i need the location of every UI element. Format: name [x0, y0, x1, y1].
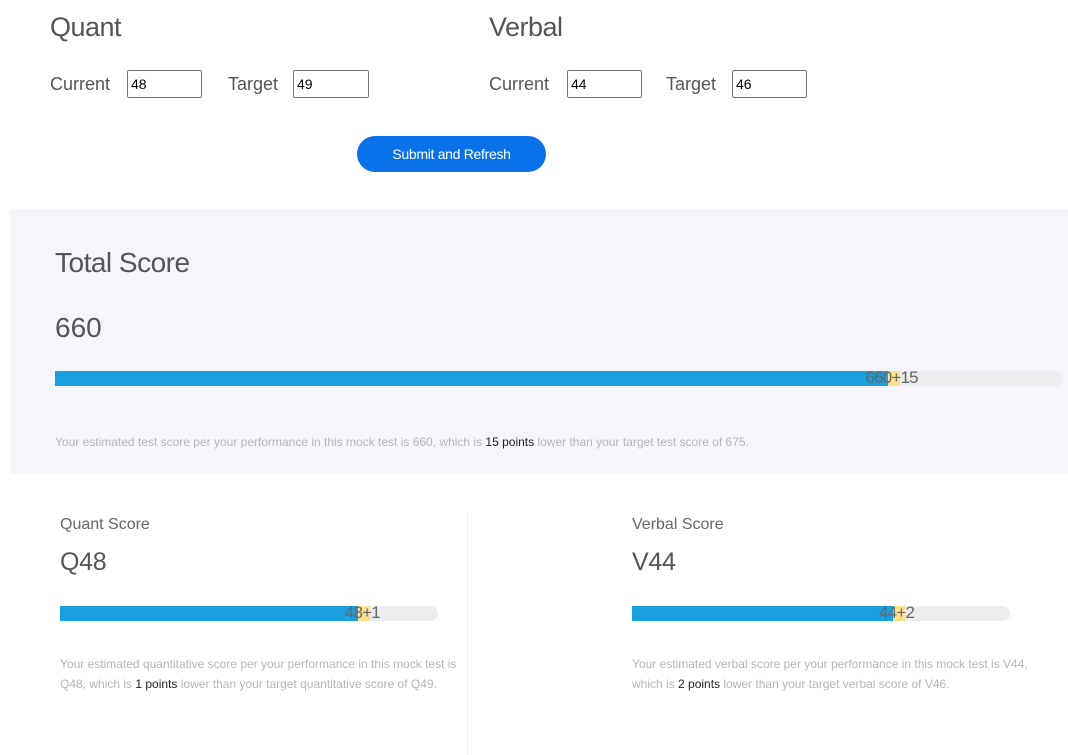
quant-summary-post: lower than your target quantitative scor…: [177, 677, 437, 691]
total-score-summary: Your estimated test score per your perfo…: [55, 432, 1055, 452]
verbal-score-bar-label: 44+2: [879, 603, 915, 623]
quant-score-fill: [60, 606, 363, 621]
total-score-value: 660: [55, 312, 102, 343]
quant-target-input[interactable]: [293, 70, 369, 98]
total-score-heading: Total Score: [55, 247, 190, 278]
verbal-current-input[interactable]: [567, 70, 642, 98]
total-summary-pre: Your estimated test score per your perfo…: [55, 435, 486, 449]
total-summary-post: lower than your target test score of 675…: [534, 435, 749, 449]
total-bar-gap: +15: [891, 368, 918, 387]
verbal-current-label: Current: [489, 74, 550, 94]
verbal-target-input[interactable]: [732, 70, 807, 98]
quant-current-label: Current: [50, 74, 111, 94]
quant-summary-highlight: 1 points: [135, 677, 178, 691]
quant-score-bar-label: 48+1: [344, 603, 381, 623]
quant-score-heading: Quant Score: [60, 516, 150, 533]
quant-score-summary: Your estimated quantitative score per yo…: [60, 654, 460, 694]
verbal-score-fill: [632, 606, 897, 621]
verbal-bar-current: 44: [879, 603, 897, 622]
total-score-bar-label: 660+15: [865, 368, 918, 388]
quant-bar-gap: +1: [362, 603, 381, 622]
verbal-score-heading: Verbal Score: [632, 516, 724, 533]
quant-title: Quant: [50, 12, 122, 42]
verbal-title: Verbal: [489, 12, 563, 42]
quant-score-bar: 48+1: [60, 603, 438, 623]
submit-refresh-button[interactable]: Submit and Refresh: [357, 136, 546, 172]
quant-target-label: Target: [228, 74, 279, 94]
verbal-score-summary: Your estimated verbal score per your per…: [632, 654, 1037, 694]
column-divider: [467, 513, 468, 755]
total-bar-current: 660: [865, 368, 892, 387]
quant-score-value: Q48: [60, 548, 107, 576]
quant-current-input[interactable]: [127, 70, 202, 98]
verbal-score-value: V44: [632, 548, 676, 576]
verbal-bar-gap: +2: [896, 603, 915, 622]
total-score-bar: 660+15: [55, 368, 1063, 388]
verbal-score-bar: 44+2: [632, 603, 1010, 623]
total-score-fill: [55, 371, 892, 386]
total-summary-highlight: 15 points: [485, 435, 535, 449]
verbal-summary-highlight: 2 points: [678, 677, 721, 691]
total-score-panel: Total Score 660 660+15 Your estimated te…: [10, 209, 1068, 474]
verbal-target-label: Target: [666, 74, 717, 94]
quant-bar-current: 48: [344, 603, 363, 622]
verbal-summary-post: lower than your target verbal score of V…: [720, 677, 950, 691]
